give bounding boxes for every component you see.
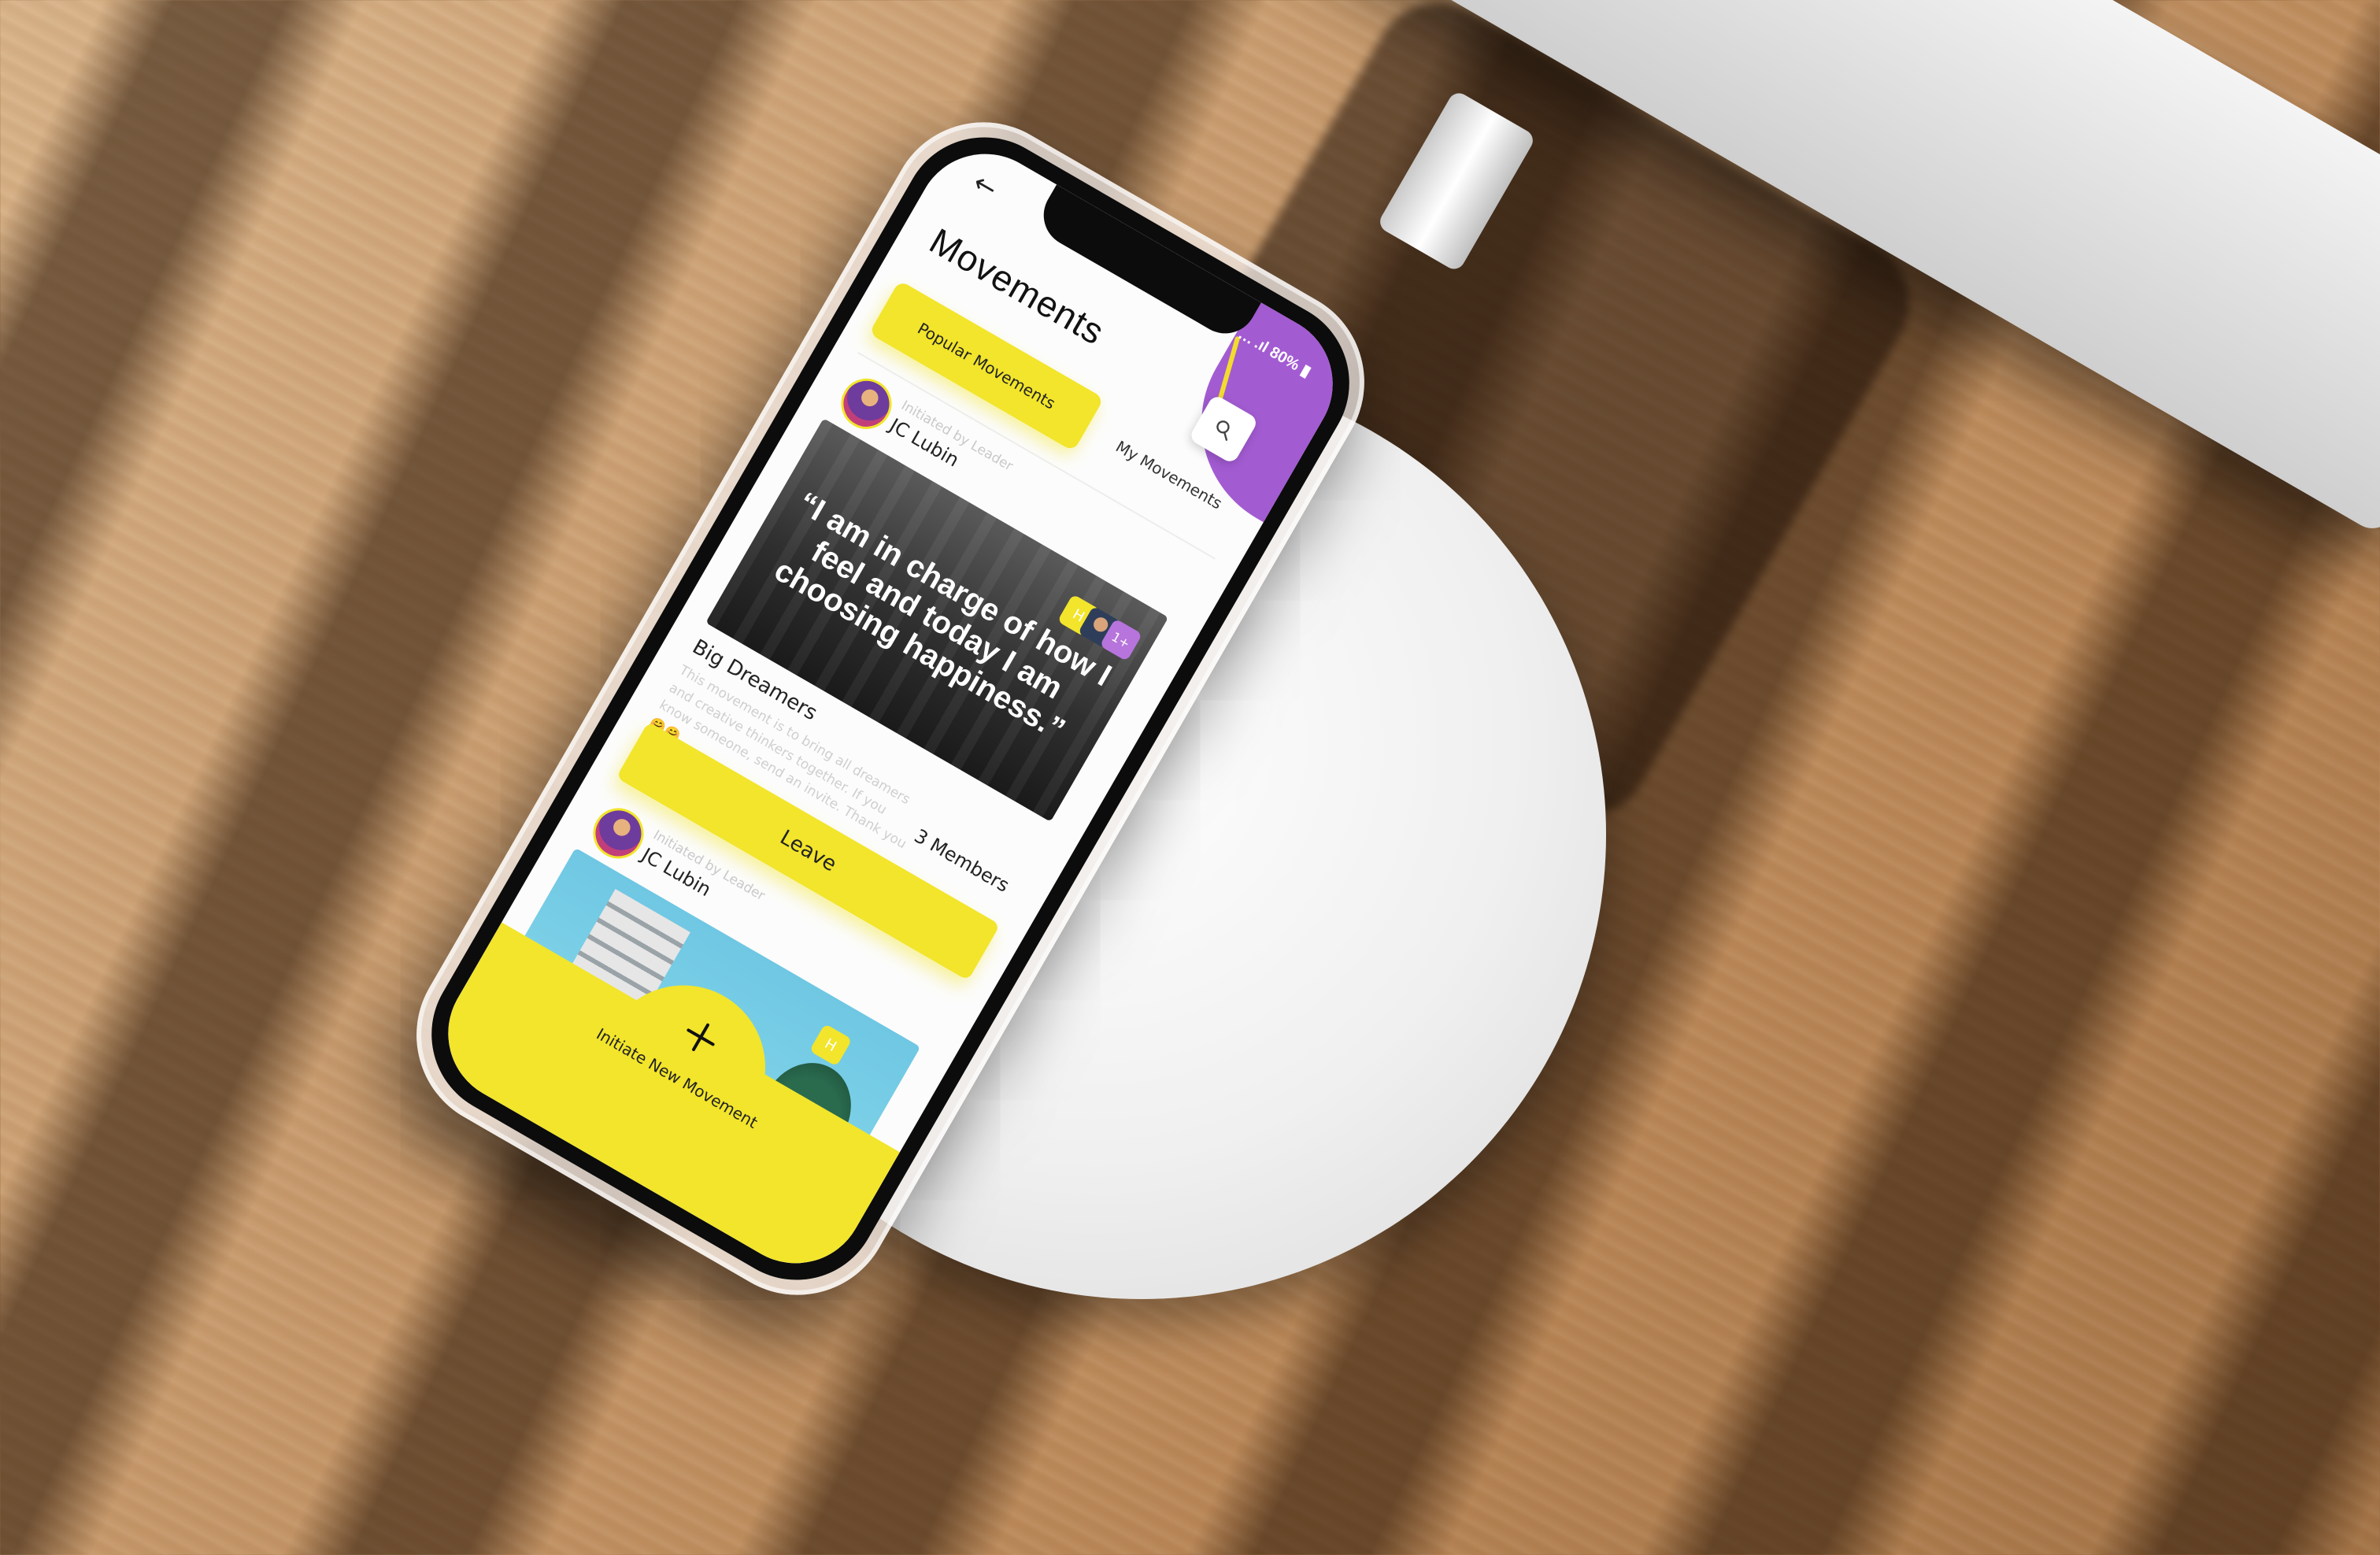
- plus-icon[interactable]: [668, 1005, 733, 1069]
- arrow-left-icon[interactable]: ←: [968, 167, 1003, 205]
- search-icon: [1216, 420, 1230, 441]
